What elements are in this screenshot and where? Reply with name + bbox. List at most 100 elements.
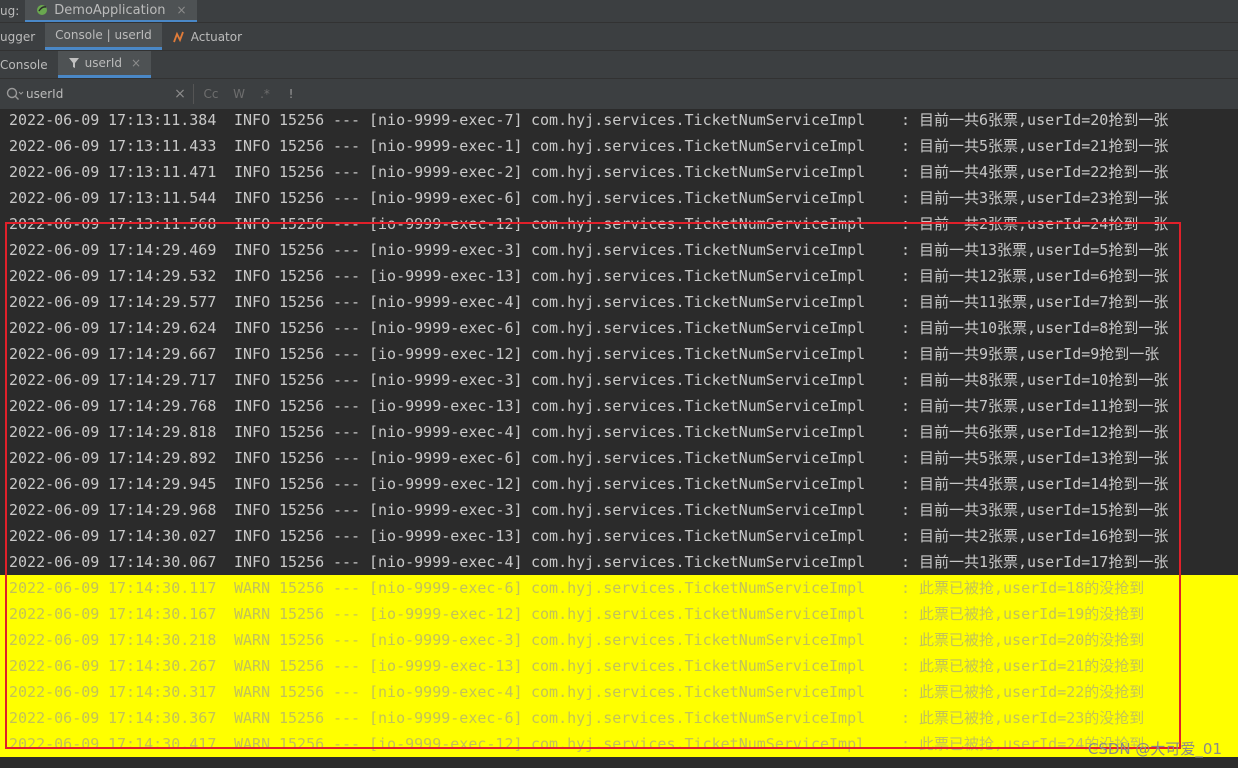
log-logger: com.hyj.services.TicketNumServiceImpl <box>531 319 866 337</box>
log-level: WARN <box>234 735 271 753</box>
log-pid: 15256 <box>279 241 325 259</box>
log-line: 2022-06-09 17:14:29.945 INFO 15256 --- [io-99… <box>0 471 1238 497</box>
log-date: 2022-06-09 <box>9 735 100 753</box>
tab-debugger[interactable]: ugger <box>0 23 45 50</box>
close-icon[interactable]: × <box>131 56 141 70</box>
log-date: 2022-06-09 <box>9 293 100 311</box>
log-pid: 15256 <box>279 215 325 233</box>
log-msg: 目前一共9张票,userId=9抢到一张 <box>919 345 1160 363</box>
tab-actuator[interactable]: Actuator <box>162 23 252 50</box>
log-msg: 目前一共4张票,userId=14抢到一张 <box>919 475 1169 493</box>
match-case-toggle[interactable]: Cc <box>198 83 224 105</box>
words-toggle[interactable]: W <box>228 83 250 105</box>
log-level: INFO <box>234 475 271 493</box>
log-logger: com.hyj.services.TicketNumServiceImpl <box>531 293 866 311</box>
log-thread: [io-9999-exec-12] <box>369 215 523 233</box>
log-pid: 15256 <box>279 735 325 753</box>
log-colon: : <box>901 449 911 467</box>
log-date: 2022-06-09 <box>9 553 100 571</box>
log-msg: 目前一共13张票,userId=5抢到一张 <box>919 241 1169 259</box>
clear-icon[interactable]: × <box>172 86 188 102</box>
log-msg: 此票已被抢,userId=23的没抢到 <box>919 709 1145 727</box>
log-colon: : <box>901 189 911 207</box>
log-colon: : <box>901 423 911 441</box>
log-msg: 目前一共5张票,userId=21抢到一张 <box>919 137 1169 155</box>
log-level: WARN <box>234 605 271 623</box>
filter-icon <box>68 57 80 69</box>
log-line: 2022-06-09 17:14:30.027 INFO 15256 --- [io-99… <box>0 523 1238 549</box>
log-colon: : <box>901 527 911 545</box>
log-sep: --- <box>333 423 361 441</box>
log-time: 17:13:11.384 <box>108 111 217 129</box>
regex-toggle[interactable]: .* <box>254 83 276 105</box>
tab-console-userid[interactable]: Console | userId <box>45 23 162 50</box>
log-logger: com.hyj.services.TicketNumServiceImpl <box>531 371 866 389</box>
log-level: WARN <box>234 683 271 701</box>
log-line: 2022-06-09 17:14:30.317 WARN 15256 --- [nio-9… <box>0 679 1238 705</box>
search-input[interactable] <box>24 83 172 105</box>
log-line: 2022-06-09 17:14:29.818 INFO 15256 --- [nio-9… <box>0 419 1238 445</box>
log-level: INFO <box>234 189 271 207</box>
log-date: 2022-06-09 <box>9 709 100 727</box>
log-thread: [io-9999-exec-13] <box>369 527 523 545</box>
log-time: 17:14:29.667 <box>108 345 217 363</box>
log-date: 2022-06-09 <box>9 111 100 129</box>
log-level: INFO <box>234 423 271 441</box>
log-logger: com.hyj.services.TicketNumServiceImpl <box>531 397 866 415</box>
log-time: 17:14:30.267 <box>108 657 217 675</box>
log-date: 2022-06-09 <box>9 527 100 545</box>
log-thread: [nio-9999-exec-3] <box>369 501 523 519</box>
log-level: INFO <box>234 397 271 415</box>
log-colon: : <box>901 111 911 129</box>
close-icon[interactable]: × <box>177 3 187 17</box>
log-date: 2022-06-09 <box>9 163 100 181</box>
search-icon[interactable] <box>4 84 24 104</box>
log-pid: 15256 <box>279 371 325 389</box>
log-colon: : <box>901 293 911 311</box>
log-time: 17:14:29.717 <box>108 371 217 389</box>
tab-console[interactable]: Console <box>0 51 58 78</box>
log-msg: 此票已被抢,userId=20的没抢到 <box>919 631 1145 649</box>
log-line: 2022-06-09 17:14:30.417 WARN 15256 --- [io-99… <box>0 731 1238 757</box>
log-date: 2022-06-09 <box>9 631 100 649</box>
watermark: CSDN @大可爱_01 <box>1087 740 1222 758</box>
log-logger: com.hyj.services.TicketNumServiceImpl <box>531 267 866 285</box>
log-thread: [nio-9999-exec-3] <box>369 631 523 649</box>
log-logger: com.hyj.services.TicketNumServiceImpl <box>531 345 866 363</box>
log-sep: --- <box>333 449 361 467</box>
tab-userid-filter[interactable]: userId × <box>57 51 152 78</box>
log-date: 2022-06-09 <box>9 423 100 441</box>
log-thread: [nio-9999-exec-3] <box>369 241 523 259</box>
console-output[interactable]: 2022-06-09 17:13:11.384 INFO 15256 --- [nio-9… <box>0 110 1238 768</box>
log-pid: 15256 <box>279 683 325 701</box>
log-thread: [nio-9999-exec-4] <box>369 553 523 571</box>
log-sep: --- <box>333 501 361 519</box>
log-logger: com.hyj.services.TicketNumServiceImpl <box>531 605 866 623</box>
filter-mode-toggle[interactable]: ! <box>280 83 302 105</box>
log-pid: 15256 <box>279 267 325 285</box>
log-date: 2022-06-09 <box>9 137 100 155</box>
log-msg: 目前一共1张票,userId=17抢到一张 <box>919 553 1169 571</box>
tab-demo-application[interactable]: DemoApplication × <box>25 0 197 22</box>
log-pid: 15256 <box>279 293 325 311</box>
log-thread: [nio-9999-exec-4] <box>369 683 523 701</box>
log-msg: 目前一共6张票,userId=12抢到一张 <box>919 423 1169 441</box>
log-colon: : <box>901 657 911 675</box>
log-level: WARN <box>234 631 271 649</box>
log-colon: : <box>901 683 911 701</box>
log-thread: [nio-9999-exec-3] <box>369 371 523 389</box>
log-time: 17:14:29.968 <box>108 501 217 519</box>
log-colon: : <box>901 709 911 727</box>
log-line: 2022-06-09 17:14:29.768 INFO 15256 --- [io-99… <box>0 393 1238 419</box>
log-pid: 15256 <box>279 345 325 363</box>
log-level: INFO <box>234 241 271 259</box>
log-logger: com.hyj.services.TicketNumServiceImpl <box>531 735 866 753</box>
log-thread: [io-9999-exec-12] <box>369 475 523 493</box>
log-msg: 目前一共2张票,userId=16抢到一张 <box>919 527 1169 545</box>
log-time: 17:14:30.167 <box>108 605 217 623</box>
log-time: 17:14:29.768 <box>108 397 217 415</box>
log-colon: : <box>901 397 911 415</box>
log-colon: : <box>901 163 911 181</box>
log-date: 2022-06-09 <box>9 215 100 233</box>
log-line: 2022-06-09 17:14:29.667 INFO 15256 --- [io-99… <box>0 341 1238 367</box>
